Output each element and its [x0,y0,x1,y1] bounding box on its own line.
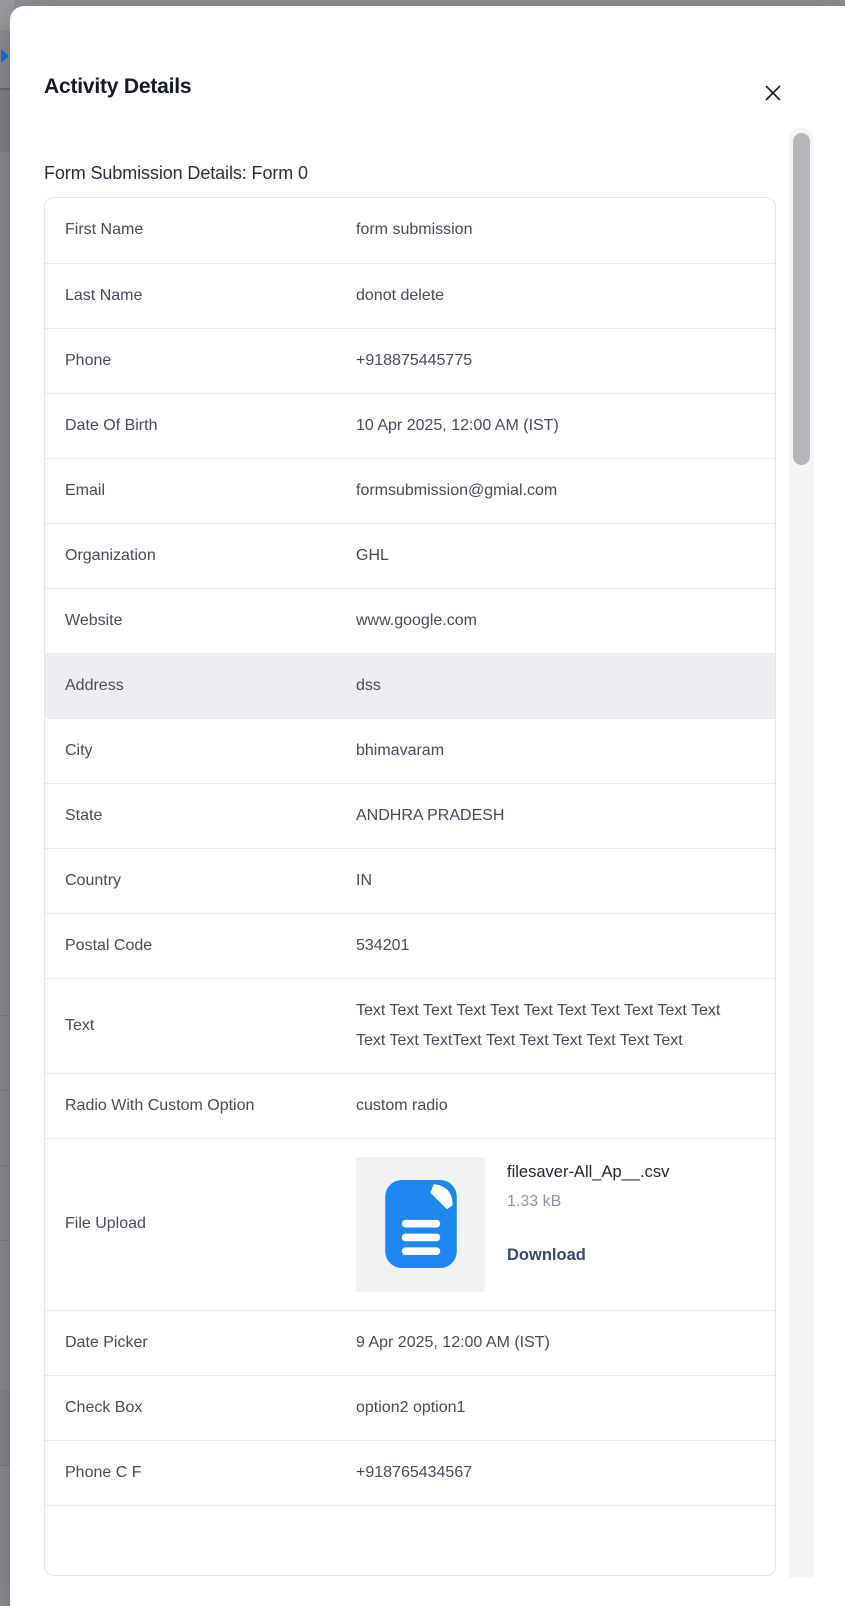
download-link[interactable]: Download [507,1245,669,1265]
modal-title: Activity Details [44,75,191,99]
table-row: TextText Text Text Text Text Text Text T… [45,978,775,1073]
table-row: Date Picker9 Apr 2025, 12:00 AM (IST) [45,1310,775,1375]
row-label: Check Box [45,1389,356,1427]
modal-scroll-area[interactable]: Form Submission Details: Form 0 First Na… [10,128,780,1606]
activity-details-modal: Activity Details Form Submission Details… [10,6,845,1606]
row-value: bhimavaram [356,719,775,783]
row-label: Phone C F [45,1454,356,1492]
x-close-icon [763,83,783,103]
table-row: Websitewww.google.com [45,588,775,653]
row-label: Text [45,1007,356,1045]
row-label: Website [45,602,356,640]
file-size: 1.33 kB [507,1192,669,1212]
row-label: Organization [45,537,356,575]
row-label: Last Name [45,277,356,315]
row-label: Date Of Birth [45,407,356,445]
table-row: File Upload filesaver-All_Ap__.csv 1.33 kB… [45,1138,775,1310]
row-label: First Name [45,211,356,249]
table-row: Check Boxoption2 option1 [45,1375,775,1440]
row-label: Radio With Custom Option [45,1087,356,1125]
file-name: filesaver-All_Ap__.csv [507,1161,669,1183]
table-row: Phone C F+918765434567 [45,1440,775,1505]
row-value: donot delete [356,264,775,328]
close-button[interactable] [758,78,788,108]
row-label: Date Picker [45,1324,356,1362]
table-row: Emailformsubmission@gmial.com [45,458,775,523]
row-value: 9 Apr 2025, 12:00 AM (IST) [356,1311,775,1375]
table-row: Radio With Custom Optioncustom radio [45,1073,775,1138]
table-row [45,1505,775,1575]
section-title: Form Submission Details: Form 0 [44,163,780,184]
row-label: City [45,732,356,770]
row-value: form submission [356,198,775,262]
table-row: Postal Code534201 [45,913,775,978]
row-label: Phone [45,342,356,380]
table-row: Phone+918875445775 [45,328,775,393]
row-label [45,1530,356,1550]
table-row: Citybhimavaram [45,718,775,783]
row-value: www.google.com [356,589,775,653]
row-value: ANDHRA PRADESH [356,784,775,848]
file-attachment: filesaver-All_Ap__.csv 1.33 kB Download [356,1139,775,1310]
scrollbar-thumb[interactable] [793,133,810,465]
row-label: Postal Code [45,927,356,965]
row-label: Email [45,472,356,510]
document-icon [385,1180,457,1268]
row-value: GHL [356,524,775,588]
row-value: formsubmission@gmial.com [356,459,775,523]
file-thumbnail [356,1157,485,1292]
row-value: Text Text Text Text Text Text Text Text … [356,979,775,1073]
table-row: OrganizationGHL [45,523,775,588]
row-label: File Upload [45,1205,356,1243]
table-row: Addressdss [45,653,775,718]
row-value: filesaver-All_Ap__.csv 1.33 kB Download [356,1139,775,1310]
table-row: First Nameform submission [45,198,775,263]
row-value: +918765434567 [356,1441,775,1505]
row-value: 534201 [356,914,775,978]
row-value: dss [356,654,775,718]
row-label: State [45,797,356,835]
table-row: CountryIN [45,848,775,913]
play-arrow-icon [1,49,9,63]
submission-details-table: First Nameform submissionLast Namedonot … [44,197,776,1576]
row-value: custom radio [356,1074,775,1138]
table-row: Date Of Birth10 Apr 2025, 12:00 AM (IST) [45,393,775,458]
row-value: +918875445775 [356,329,775,393]
row-label: Country [45,862,356,900]
row-value: 10 Apr 2025, 12:00 AM (IST) [356,394,775,458]
table-row: StateANDHRA PRADESH [45,783,775,848]
table-row: Last Namedonot delete [45,263,775,328]
row-value: option2 option1 [356,1376,775,1440]
row-value [356,1523,775,1557]
row-label: Address [45,667,356,705]
file-info: filesaver-All_Ap__.csv 1.33 kB Download [507,1157,669,1292]
scrollbar-track[interactable] [789,128,814,1578]
row-value: IN [356,849,775,913]
